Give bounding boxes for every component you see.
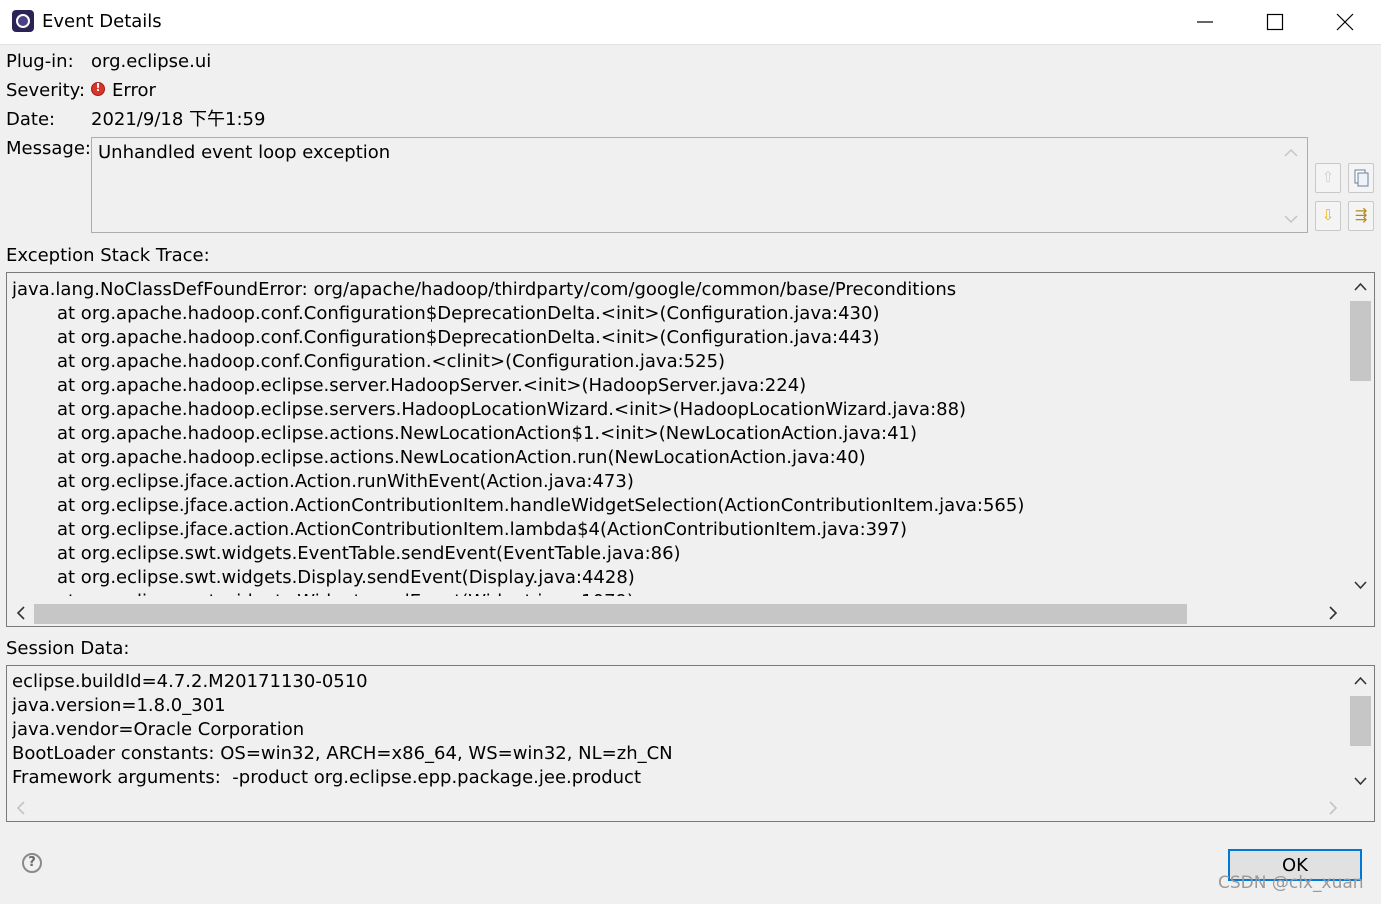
stack-trace-line: at org.eclipse.jface.action.ActionContri… — [57, 495, 1025, 516]
minimize-button[interactable] — [1170, 0, 1240, 44]
scroll-down-icon[interactable] — [1280, 208, 1302, 230]
stack-trace-line: at org.apache.hadoop.conf.Configuration$… — [57, 303, 880, 324]
stack-trace-line: at org.apache.hadoop.eclipse.actions.New… — [57, 447, 866, 468]
session-data-line: eclipse.buildId=4.7.2.M20171130-0510 — [12, 671, 368, 692]
scroll-down-icon[interactable] — [1350, 575, 1371, 595]
scroll-up-icon[interactable] — [1350, 671, 1371, 691]
filter-stack-button[interactable]: ⇶ — [1348, 201, 1374, 231]
stack-trace-line: at org.apache.hadoop.conf.Configuration.… — [57, 351, 726, 372]
eclipse-icon — [12, 10, 34, 32]
scroll-left-icon[interactable] — [11, 603, 31, 623]
vertical-scroll-thumb[interactable] — [1350, 301, 1371, 381]
next-event-button[interactable]: ⇩ — [1315, 201, 1341, 231]
message-label: Message: — [6, 138, 91, 159]
date-label: Date: — [6, 109, 56, 130]
scroll-right-icon[interactable] — [1323, 798, 1343, 818]
scroll-up-icon[interactable] — [1280, 142, 1302, 164]
stack-trace-line: at org.eclipse.swt.widgets.Widget.sendEv… — [12, 590, 1342, 596]
date-value: 2021/9/18 下午1:59 — [91, 109, 266, 130]
session-data-line: java.vendor=Oracle Corporation — [12, 719, 305, 740]
minimize-icon — [1197, 21, 1213, 23]
stack-trace-lines: java.lang.NoClassDefFoundError: org/apac… — [12, 278, 1342, 596]
plugin-label: Plug-in: — [6, 51, 74, 72]
previous-event-icon: ⇧ — [1321, 168, 1335, 186]
stack-trace-line: at org.eclipse.swt.widgets.Display.sendE… — [57, 567, 635, 588]
vertical-scrollbar[interactable] — [1347, 273, 1374, 601]
stack-trace-line: java.lang.NoClassDefFoundError: org/apac… — [12, 279, 957, 300]
stack-trace-line: at org.apache.hadoop.eclipse.actions.New… — [57, 423, 917, 444]
severity-value: Error — [112, 80, 156, 101]
horizontal-scrollbar[interactable] — [7, 601, 1349, 626]
title-bar: Event Details — [0, 0, 1381, 45]
maximize-icon — [1266, 13, 1284, 31]
close-icon — [1336, 13, 1354, 31]
plugin-value: org.eclipse.ui — [91, 51, 212, 72]
session-horizontal-scrollbar[interactable] — [7, 796, 1349, 821]
filter-stack-icon: ⇶ — [1354, 206, 1368, 224]
message-value: Unhandled event loop exception — [98, 142, 391, 163]
session-data-area[interactable]: eclipse.buildId=4.7.2.M20171130-0510 java… — [6, 665, 1375, 822]
previous-event-button[interactable]: ⇧ — [1315, 163, 1341, 193]
message-field[interactable]: Unhandled event loop exception — [91, 137, 1308, 233]
session-data-line: BootLoader constants: OS=win32, ARCH=x86… — [12, 743, 673, 764]
severity-label: Severity: — [6, 80, 86, 101]
maximize-button[interactable] — [1240, 0, 1310, 44]
scroll-down-icon[interactable] — [1350, 771, 1371, 791]
stack-trace-area[interactable]: java.lang.NoClassDefFoundError: org/apac… — [6, 272, 1375, 627]
session-data-label: Session Data: — [6, 638, 130, 659]
error-icon: ! — [91, 81, 105, 96]
copy-icon — [1354, 169, 1369, 187]
window-title: Event Details — [42, 11, 162, 32]
help-icon[interactable]: ? — [22, 853, 42, 873]
scroll-up-icon[interactable] — [1350, 277, 1371, 297]
horizontal-scroll-thumb[interactable] — [34, 604, 1187, 624]
session-data-lines: eclipse.buildId=4.7.2.M20171130-0510 java… — [12, 670, 1342, 790]
watermark: CSDN @clx_xuan — [1218, 873, 1364, 893]
copy-button[interactable] — [1348, 163, 1374, 193]
stack-trace-line: at org.eclipse.jface.action.ActionContri… — [57, 519, 908, 540]
stack-trace-line: at org.apache.hadoop.eclipse.server.Hado… — [57, 375, 807, 396]
next-event-icon: ⇩ — [1321, 206, 1335, 224]
scroll-right-icon[interactable] — [1323, 603, 1343, 623]
scroll-left-icon[interactable] — [11, 798, 31, 818]
session-vertical-scrollbar[interactable] — [1347, 666, 1374, 796]
session-data-line: Framework arguments: -product org.eclips… — [12, 767, 641, 788]
stack-trace-line: at org.apache.hadoop.eclipse.servers.Had… — [57, 399, 967, 420]
close-button[interactable] — [1310, 0, 1380, 44]
session-data-line: java.version=1.8.0_301 — [12, 695, 226, 716]
stack-trace-label: Exception Stack Trace: — [6, 245, 210, 266]
stack-trace-line: at org.eclipse.swt.widgets.EventTable.se… — [57, 543, 681, 564]
stack-trace-line: at org.apache.hadoop.conf.Configuration$… — [57, 327, 880, 348]
session-vertical-scroll-thumb[interactable] — [1350, 696, 1371, 746]
stack-trace-line: at org.eclipse.jface.action.Action.runWi… — [57, 471, 634, 492]
